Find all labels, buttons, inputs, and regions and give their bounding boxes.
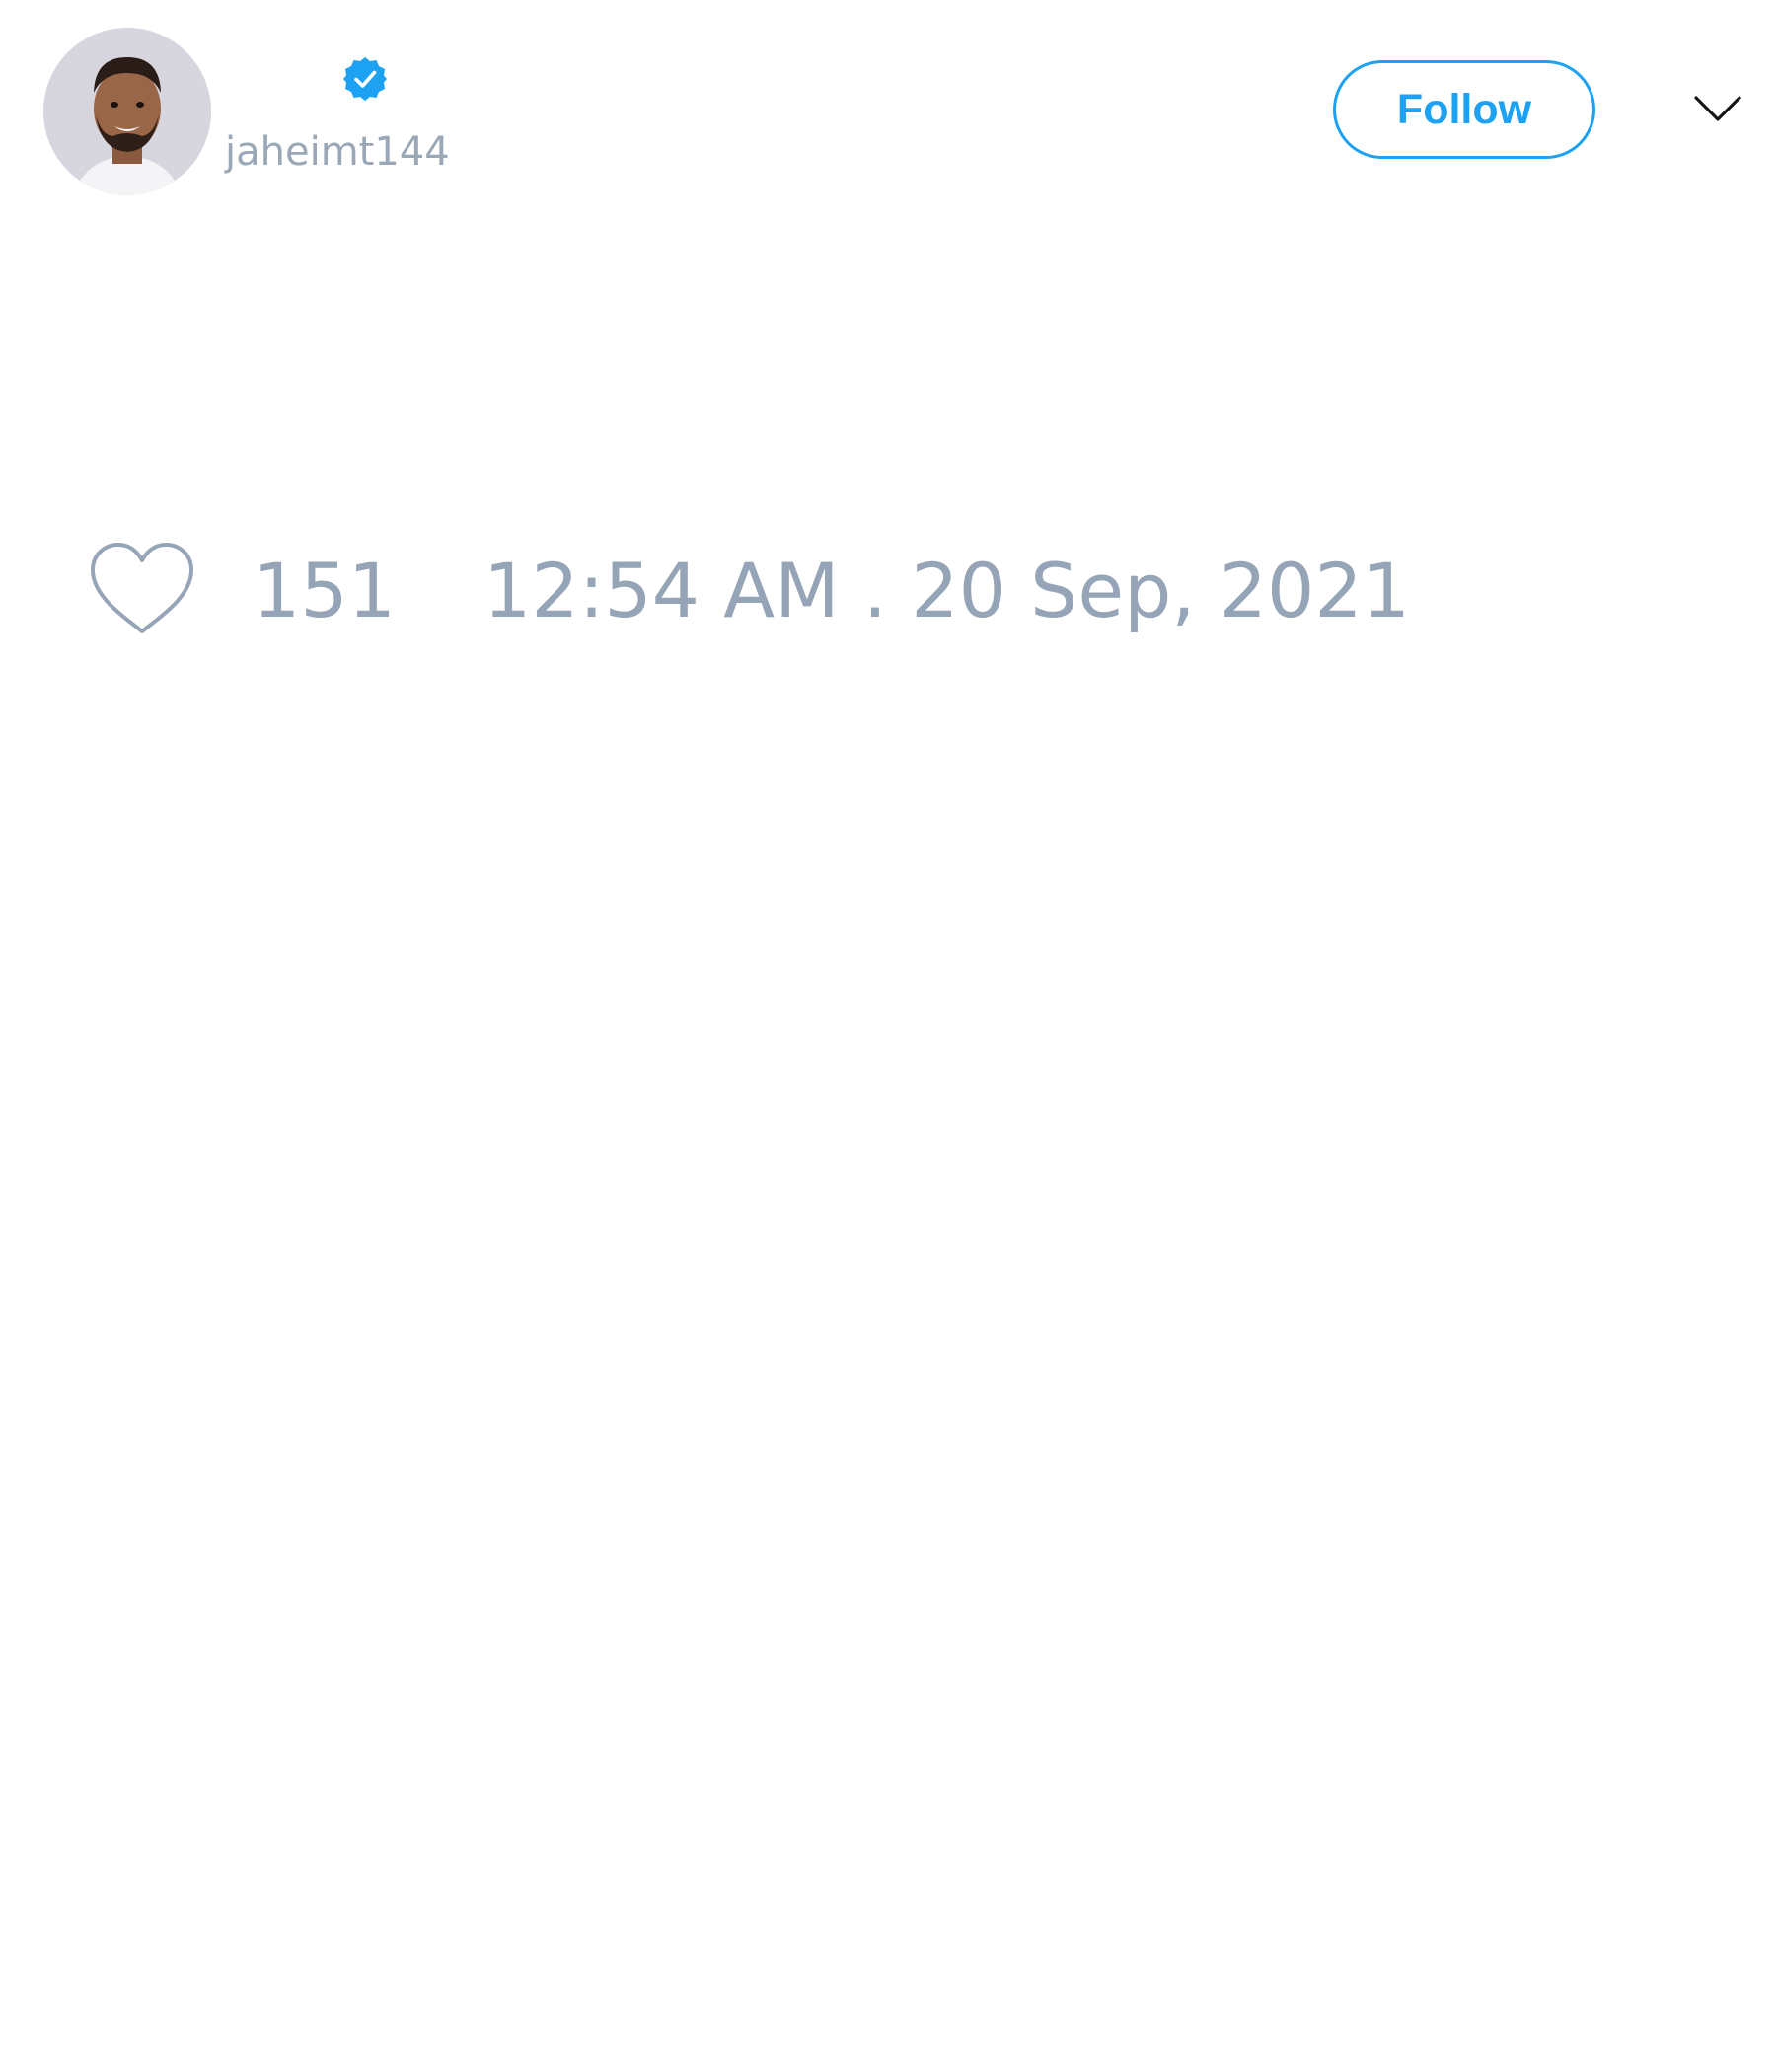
follow-button[interactable]: Follow xyxy=(1333,60,1595,159)
chevron-down-icon[interactable] xyxy=(1693,93,1742,124)
avatar[interactable] xyxy=(43,28,211,195)
verified-badge-icon xyxy=(341,55,389,103)
tweet-card: jaheimt144 Follow 151 12:54 AM . 20 Sep,… xyxy=(0,0,1776,2072)
heart-outline-icon[interactable] xyxy=(89,541,195,637)
author-handle[interactable]: jaheimt144 xyxy=(225,124,450,180)
tweet-timestamp[interactable]: 12:54 AM . 20 Sep, 2021 xyxy=(483,547,1410,635)
avatar-photo xyxy=(43,28,211,195)
like-count: 151 xyxy=(253,547,397,634)
